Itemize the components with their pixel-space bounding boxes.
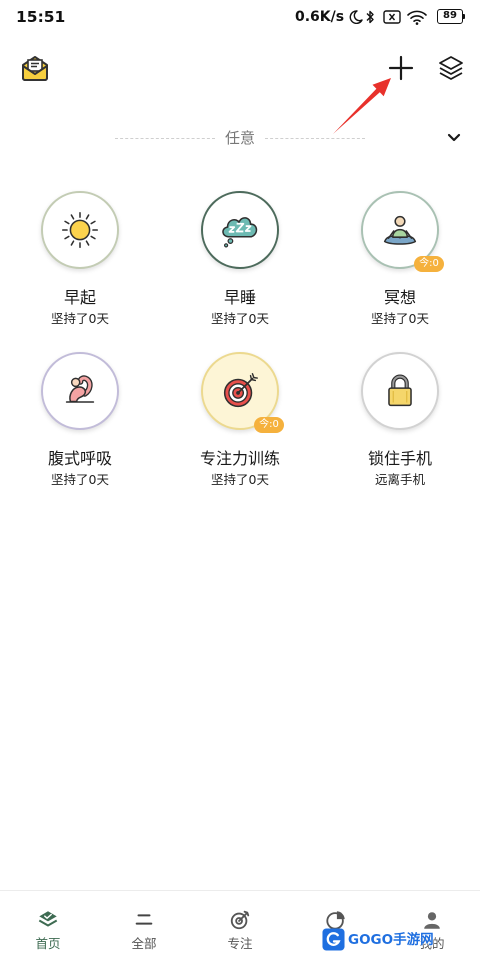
watermark-text: GOGO手游网 bbox=[348, 932, 434, 948]
user-icon bbox=[424, 912, 440, 929]
habit-circle[interactable]: 今:0 bbox=[201, 352, 284, 433]
focus-icon bbox=[230, 910, 250, 930]
sleep-cloud-icon bbox=[222, 217, 258, 248]
no-sim-icon bbox=[383, 10, 401, 24]
mail-icon[interactable] bbox=[20, 53, 50, 83]
battery-icon: 89 bbox=[437, 9, 463, 24]
tab-profile[interactable]: 我的 bbox=[384, 891, 480, 960]
list-icon bbox=[135, 914, 153, 925]
habit-item-meditation[interactable]: 今:0 冥想 坚持了0天 bbox=[320, 191, 480, 341]
habit-title: 腹式呼吸 bbox=[47, 449, 112, 468]
watermark-logo bbox=[322, 928, 345, 951]
habit-item-breathing[interactable]: 腹式呼吸 坚持了0天 bbox=[0, 352, 160, 502]
habit-subtitle: 坚持了0天 bbox=[211, 311, 269, 326]
today-count-badge: 今:0 bbox=[414, 256, 444, 272]
divider-right bbox=[265, 138, 365, 139]
habit-title: 早睡 bbox=[223, 288, 256, 307]
red-arrow-icon bbox=[333, 78, 391, 134]
tab-label: 首页 bbox=[35, 936, 61, 951]
tab-all[interactable]: 全部 bbox=[96, 891, 192, 960]
habit-circle[interactable] bbox=[41, 191, 119, 269]
habit-subtitle: 坚持了0天 bbox=[51, 472, 109, 487]
habit-subtitle: 坚持了0天 bbox=[51, 311, 109, 326]
habit-circle[interactable] bbox=[361, 352, 439, 430]
layers-icon[interactable] bbox=[437, 54, 465, 82]
habit-subtitle: 坚持了0天 bbox=[371, 311, 429, 326]
battery-nub bbox=[463, 14, 465, 19]
habit-circle[interactable]: 今:0 bbox=[361, 191, 444, 272]
habit-item-early-sleep[interactable]: 早睡 坚持了0天 bbox=[160, 191, 320, 341]
habit-item-early-rise[interactable]: 早起 坚持了0天 bbox=[0, 191, 160, 341]
habit-title: 早起 bbox=[63, 288, 96, 307]
sun-icon bbox=[61, 211, 99, 249]
today-count-badge: 今:0 bbox=[254, 417, 284, 433]
habit-circle[interactable] bbox=[201, 191, 279, 269]
plus-icon[interactable] bbox=[388, 55, 414, 81]
bottom-nav: 首页 全部 专注 我的 bbox=[0, 890, 480, 960]
wifi-icon bbox=[407, 10, 427, 25]
habit-item-lock-phone[interactable]: 锁住手机 远离手机 bbox=[320, 352, 480, 502]
yoga-icon bbox=[65, 375, 95, 403]
target-icon bbox=[223, 373, 258, 408]
bluetooth-icon bbox=[366, 10, 374, 24]
tab-home[interactable]: 首页 bbox=[0, 891, 96, 960]
tab-focus[interactable]: 专注 bbox=[192, 891, 288, 960]
moon-icon bbox=[349, 10, 363, 24]
tab-label: 全部 bbox=[131, 936, 157, 951]
home-icon bbox=[38, 911, 58, 927]
habit-title: 专注力训练 bbox=[199, 449, 280, 468]
chevron-down-icon[interactable] bbox=[446, 131, 462, 145]
habit-subtitle: 远离手机 bbox=[374, 472, 425, 487]
habit-subtitle: 坚持了0天 bbox=[211, 472, 269, 487]
habit-item-focus-training[interactable]: 今:0 专注力训练 坚持了0天 bbox=[160, 352, 320, 502]
habit-circle[interactable] bbox=[41, 352, 119, 430]
lock-icon bbox=[388, 374, 412, 407]
tab-label: 专注 bbox=[227, 936, 253, 951]
habit-title: 冥想 bbox=[383, 288, 416, 307]
status-time: 15:51 bbox=[16, 8, 66, 26]
meditation-icon bbox=[383, 215, 417, 245]
status-net-speed: 0.6K/s bbox=[295, 9, 345, 25]
habit-title: 锁住手机 bbox=[367, 449, 432, 468]
